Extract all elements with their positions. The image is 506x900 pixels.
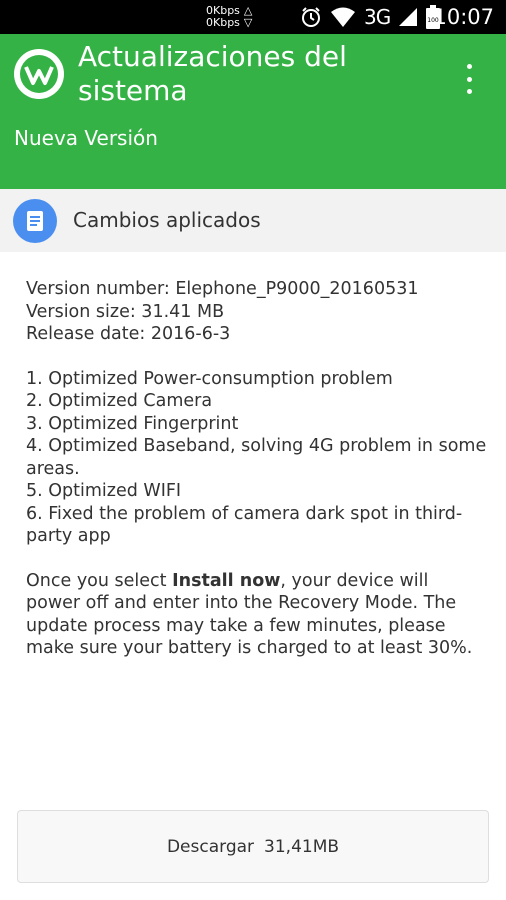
page-title: Actualizaciones del sistema — [78, 40, 347, 107]
wave-logo-icon — [20, 55, 58, 93]
app-logo-icon — [14, 49, 64, 99]
alarm-icon — [302, 7, 320, 27]
change-item: 2. Optimized Camera — [26, 391, 213, 411]
version-number: Version number: Elephone_P9000_20160531 — [26, 279, 419, 299]
section-title: Cambios aplicados — [73, 208, 261, 232]
download-button[interactable]: Descargar 31,41MB — [17, 810, 489, 883]
overflow-menu-button[interactable] — [462, 64, 476, 94]
status-icons: 3G 100 — [300, 4, 441, 30]
menu-dot-icon — [466, 76, 472, 82]
change-item: 3. Optimized Fingerprint — [26, 413, 239, 434]
change-item: 1. Optimized Power-consumption problem — [26, 368, 393, 389]
status-bar: 0Kbps △ 0Kbps ▽ 3G 100 10:07 — [0, 0, 506, 34]
notice-emphasis: Install now — [172, 570, 281, 591]
clock: 10:07 — [433, 5, 494, 29]
download-size: 31,41MB — [264, 836, 340, 857]
network-speed-indicator: 0Kbps △ 0Kbps ▽ — [206, 5, 252, 29]
notice-prefix: Once you select — [26, 570, 173, 591]
download-speed: 0Kbps — [206, 16, 240, 29]
new-version-label: Nueva Versión — [14, 126, 158, 150]
wifi-icon — [331, 7, 355, 27]
app-header: Actualizaciones del sistema Nueva Versió… — [0, 34, 506, 189]
update-details: Version number: Elephone_P9000_20160531 … — [26, 278, 488, 660]
version-size: Version size: 31.41 MB — [26, 301, 225, 322]
download-arrow-icon: ▽ — [243, 16, 253, 29]
download-label: Descargar — [166, 836, 255, 857]
menu-dot-icon — [466, 89, 472, 94]
signal-icon — [399, 8, 418, 26]
menu-dot-icon — [466, 64, 472, 69]
release-date: Release date: 2016-6-3 — [26, 324, 231, 344]
change-item: 4. Optimized Baseband, solving 4G proble… — [26, 436, 487, 479]
document-icon — [13, 199, 57, 243]
change-item: 5. Optimized WIFI — [26, 481, 182, 501]
network-type-label: 3G — [364, 5, 391, 29]
install-notice: Once you select Install now, your device… — [26, 570, 488, 660]
change-item: 6. Fixed the problem of camera dark spot… — [26, 503, 463, 547]
changes-section-header: Cambios aplicados — [0, 189, 506, 252]
